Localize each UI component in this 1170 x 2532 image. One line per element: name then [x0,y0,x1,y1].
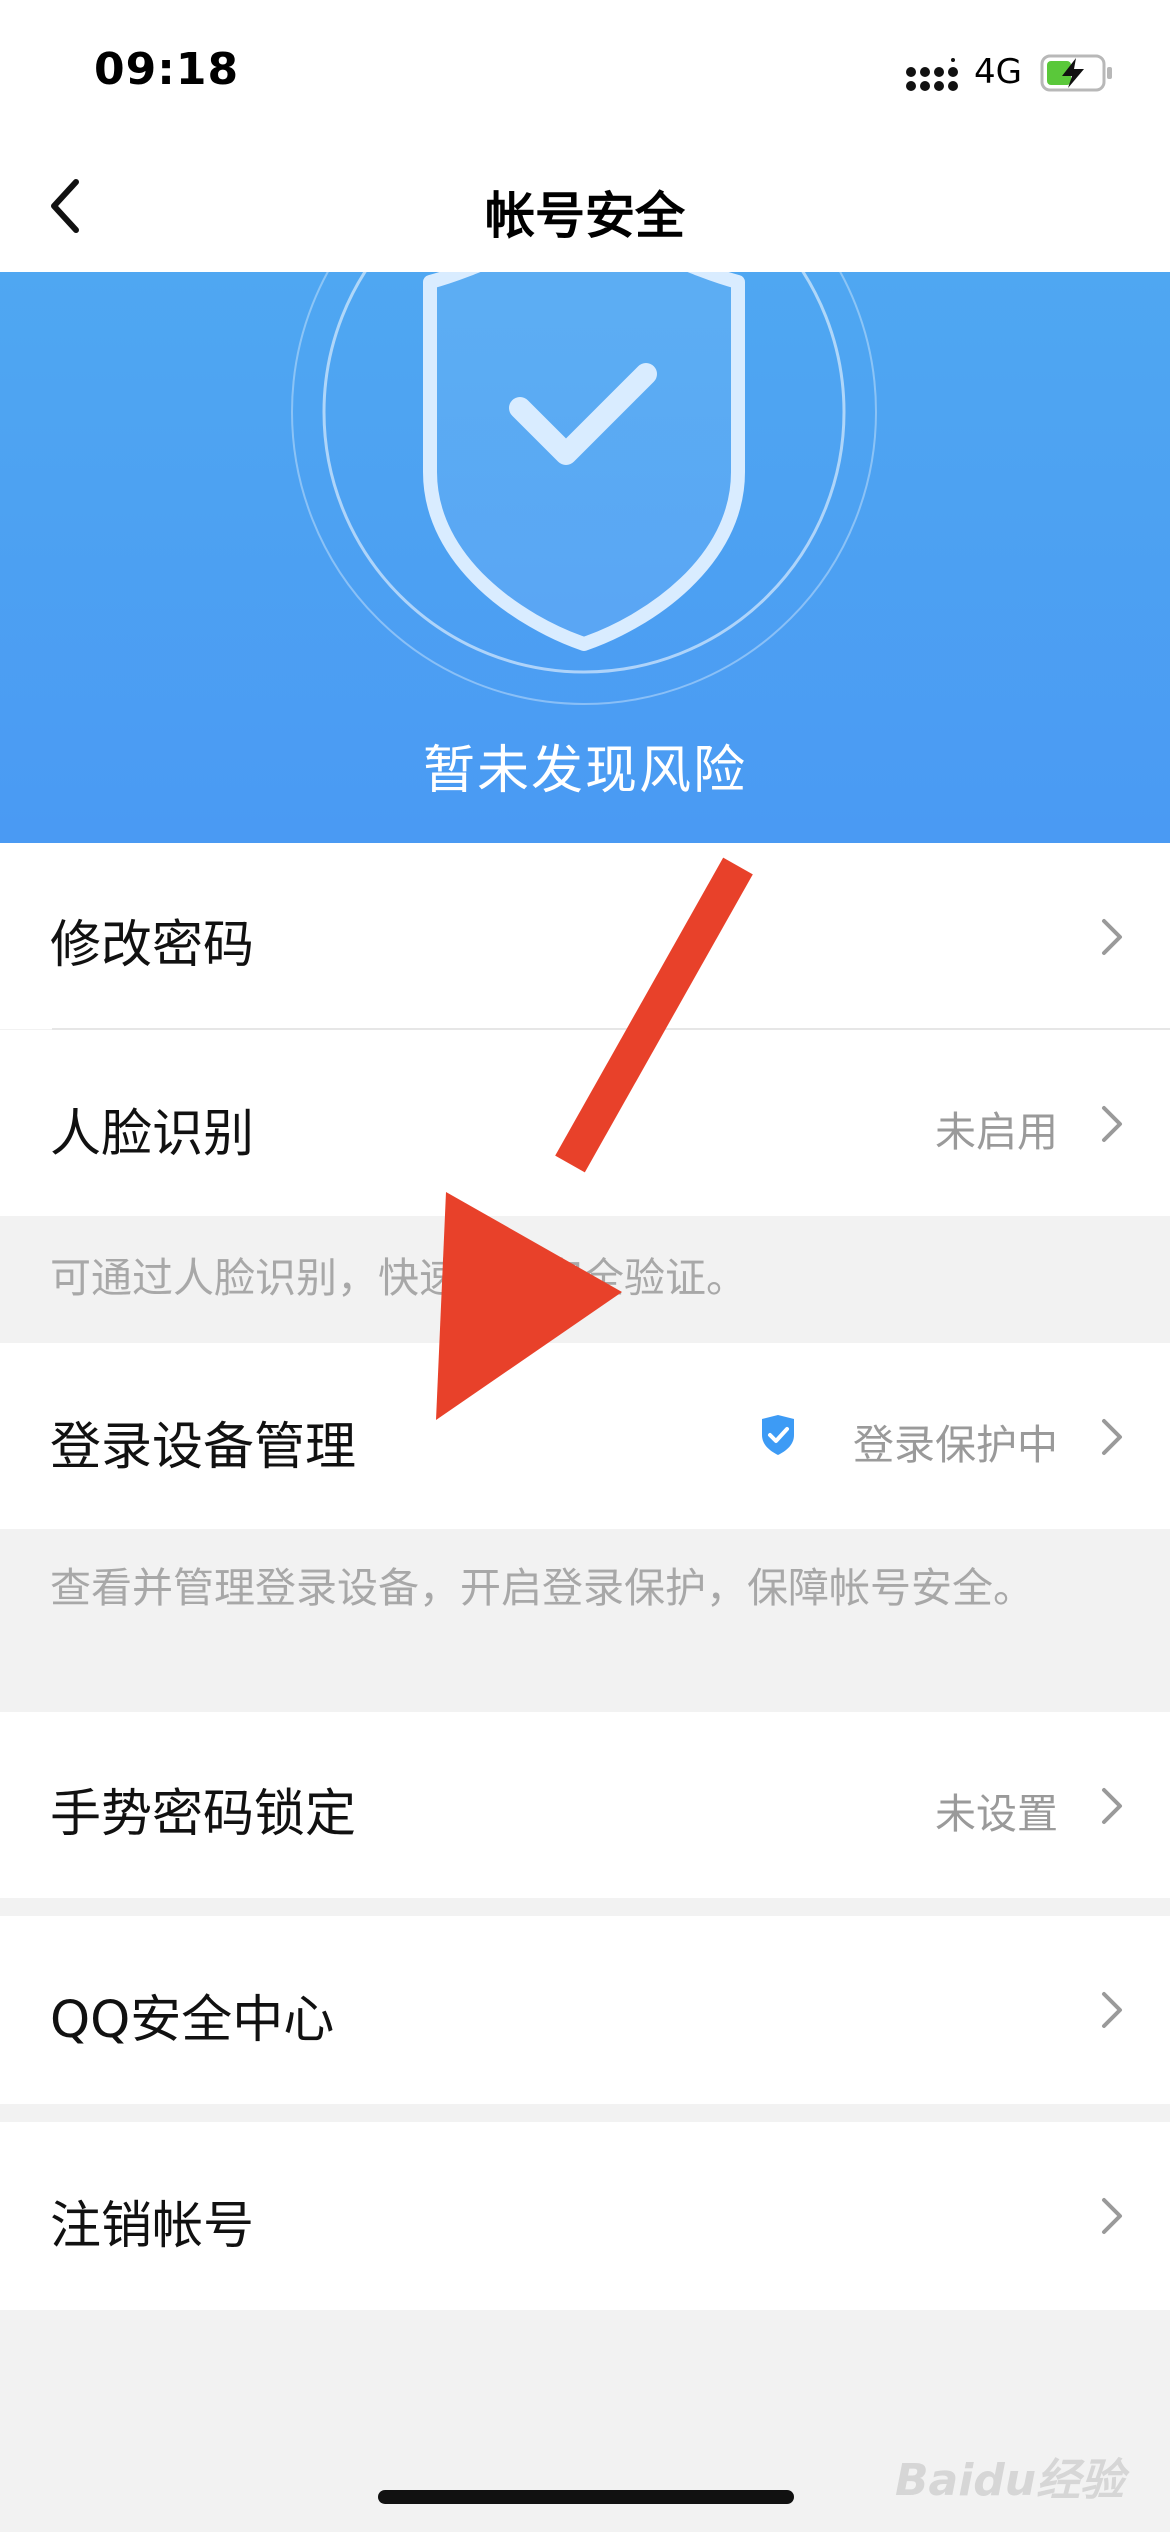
network-type: 4G [974,52,1022,92]
menu-item-cancel-account[interactable]: 注销帐号 [0,2122,1170,2310]
menu-item-face-recognition[interactable]: 人脸识别 未启用 [0,1030,1170,1216]
menu-item-label: 登录设备管理 [50,1418,357,1477]
shield-badge-icon [762,1415,794,1455]
menu-item-value: 登录保护中 [853,1421,1058,1469]
home-indicator[interactable] [378,2490,794,2504]
status-time: 09:18 [94,44,240,95]
menu-item-login-device-management[interactable]: 登录设备管理 登录保护中 [0,1343,1170,1529]
menu-item-value: 未设置 [935,1790,1058,1838]
menu-item-label: 注销帐号 [50,2197,255,2256]
status-bar: 09:18 4G [0,0,1170,140]
chevron-right-icon [1102,1992,1122,2028]
login-device-note: 查看并管理登录设备，开启登录保护，保障帐号安全。 [50,1564,1034,1612]
menu-item-label: QQ安全中心 [50,1991,335,2050]
battery-charging-icon [1040,54,1112,92]
chevron-right-icon [1102,1106,1122,1142]
menu-item-change-password[interactable]: 修改密码 [0,843,1170,1029]
menu-item-label: 手势密码锁定 [50,1785,357,1844]
face-recognition-note: 可通过人脸识别，快速进行安全验证。 [50,1254,747,1302]
menu-item-label: 人脸识别 [50,1105,255,1164]
chevron-right-icon [1102,2198,1122,2234]
menu-item-label: 修改密码 [50,916,255,975]
chevron-right-icon [1102,1788,1122,1824]
navigation-bar: 帐号安全 [0,140,1170,272]
security-status-banner: 暂未发现风险 [0,272,1170,843]
chevron-right-icon [1102,1419,1122,1455]
chevron-right-icon [1102,919,1122,955]
signal-icon [906,58,958,91]
menu-item-gesture-password-lock[interactable]: 手势密码锁定 未设置 [0,1712,1170,1898]
page-title: 帐号安全 [485,187,685,245]
menu-item-qq-security-center[interactable]: QQ安全中心 [0,1916,1170,2104]
security-status-text: 暂未发现风险 [422,741,747,801]
watermark-logo: Baidu经验 [895,2455,1125,2506]
menu-item-value: 未启用 [935,1108,1058,1156]
